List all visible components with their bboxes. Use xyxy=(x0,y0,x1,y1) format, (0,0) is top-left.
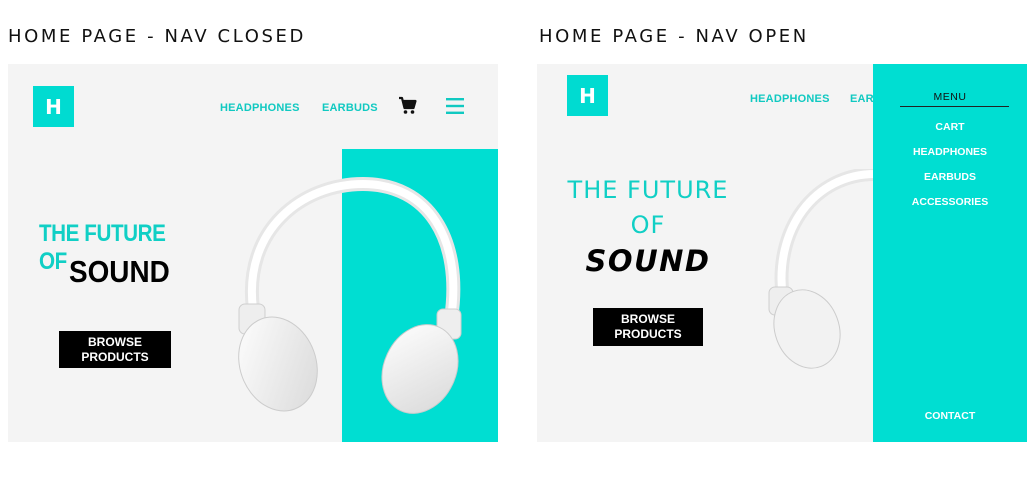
menu-title: MENU xyxy=(933,91,967,103)
logo[interactable]: H xyxy=(567,75,608,116)
caption-nav-open: HOME PAGE - NAV OPEN xyxy=(539,26,809,47)
browse-button-line2: PRODUCTS xyxy=(614,327,682,341)
hero-title-line2: SOUND xyxy=(69,254,170,289)
hero-title-line1: THE FUTURE xyxy=(567,176,729,204)
nav-link-earbuds-partial[interactable]: EAR xyxy=(850,93,874,105)
side-menu-panel: MENU CART HEADPHONES EARBUDS ACCESSORIES… xyxy=(873,64,1027,442)
mockup-nav-closed: H HEADPHONES EARBUDS THE FUTURE OF SOUND… xyxy=(8,64,498,442)
menu-item-accessories[interactable]: ACCESSORIES xyxy=(873,196,1027,208)
browse-products-button[interactable]: BROWSE PRODUCTS xyxy=(59,331,171,368)
browse-button-line1: BROWSE xyxy=(88,334,142,349)
hero-title-line2: OF xyxy=(630,211,666,239)
headphones-image xyxy=(768,169,882,369)
cart-icon[interactable] xyxy=(398,96,418,116)
headphones-image xyxy=(238,176,462,414)
menu-item-headphones[interactable]: HEADPHONES xyxy=(873,146,1027,158)
nav-link-earbuds[interactable]: EARBUDS xyxy=(322,102,378,114)
nav-link-headphones[interactable]: HEADPHONES xyxy=(750,93,830,105)
hamburger-menu-icon[interactable] xyxy=(446,97,464,115)
browse-button-line2: PRODUCTS xyxy=(81,349,149,364)
menu-item-contact[interactable]: CONTACT xyxy=(873,410,1027,422)
browse-products-button[interactable]: BROWSE PRODUCTS xyxy=(593,308,703,346)
logo[interactable]: H xyxy=(33,86,74,127)
nav-link-headphones[interactable]: HEADPHONES xyxy=(220,102,300,114)
browse-button-line1: BROWSE xyxy=(621,312,675,326)
hero-title-line3: SOUND xyxy=(585,244,711,278)
mockup-nav-open: H HEADPHONES EAR THE FUTURE OF SOUND BRO… xyxy=(537,64,1027,442)
menu-divider xyxy=(900,106,1009,107)
menu-item-cart[interactable]: CART xyxy=(873,121,1027,133)
menu-item-earbuds[interactable]: EARBUDS xyxy=(873,171,1027,183)
caption-nav-closed: HOME PAGE - NAV CLOSED xyxy=(8,26,306,47)
